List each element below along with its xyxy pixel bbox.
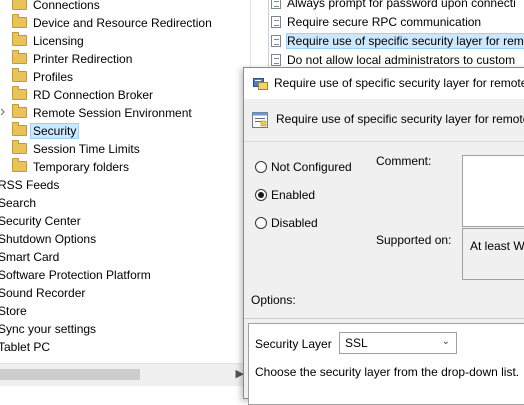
comment-label: Comment:	[376, 154, 432, 168]
security-layer-help-text: Choose the security layer from the drop-…	[255, 365, 520, 379]
tree-item-label: Software Protection Platform	[0, 268, 151, 282]
tree-item-label: Device and Resource Redirection	[33, 16, 212, 30]
tree-item[interactable]: Printer Redirection	[12, 50, 132, 68]
tree-item[interactable]: Temporary folders	[12, 158, 129, 176]
scrollbar-thumb[interactable]	[0, 369, 140, 380]
tree-item-label: Security Center	[0, 214, 81, 228]
security-layer-dropdown[interactable]: SSL ⌄	[339, 332, 457, 354]
folder-icon	[12, 32, 27, 47]
tree-item[interactable]: Device and Resource Redirection	[12, 14, 212, 32]
chevron-right-icon[interactable]: ›	[0, 103, 5, 121]
tree-item[interactable]: Smart Card	[0, 248, 59, 266]
tree-item-label: Sync your settings	[0, 322, 97, 336]
tree-item-label: Search	[0, 196, 37, 210]
dialog-title: Require use of specific security layer f…	[274, 76, 524, 90]
tree-item[interactable]: Licensing	[12, 32, 84, 50]
tree-item-label: RSS Feeds	[0, 178, 60, 192]
policy-setting-icon	[252, 112, 268, 128]
radio-button-icon[interactable]	[255, 188, 267, 201]
navigation-tree: Connections Device and Resource Redirecti…	[0, 0, 250, 385]
tree-item-label: Shutdown Options	[0, 232, 97, 246]
tree-item-label: Tablet PC	[0, 340, 51, 354]
options-divider	[244, 318, 524, 319]
folder-icon	[12, 50, 27, 65]
tree-item-label: Store	[0, 304, 27, 318]
radio-label: Enabled	[271, 188, 316, 202]
folder-icon	[12, 0, 27, 11]
dialog-titlebar[interactable]: Require use of specific security layer f…	[244, 68, 524, 99]
folder-icon	[12, 158, 27, 173]
policy-list-column-divider	[268, 0, 524, 70]
tree-item-label: Security	[29, 123, 80, 139]
policy-dialog: Require use of specific security layer f…	[243, 67, 524, 405]
radio-not-configured[interactable]: Not Configured	[255, 159, 352, 175]
folder-icon	[12, 122, 27, 137]
tree-item[interactable]: RSS Feeds	[0, 176, 59, 194]
security-layer-label: Security Layer	[255, 337, 332, 351]
tree-item[interactable]: Security	[12, 122, 80, 140]
radio-disabled[interactable]: Disabled	[255, 215, 318, 231]
radio-button-icon[interactable]	[255, 160, 267, 173]
radio-label: Disabled	[271, 216, 318, 230]
tree-item[interactable]: › Remote Session Environment	[0, 103, 192, 122]
tree-item[interactable]: Search	[0, 194, 36, 212]
security-layer-value: SSL	[345, 336, 368, 350]
folder-icon	[12, 104, 27, 119]
tree-item-label: Smart Card	[0, 250, 60, 264]
radio-label: Not Configured	[271, 160, 352, 174]
tree-item[interactable]: Shutdown Options	[0, 230, 96, 248]
folder-icon	[12, 140, 27, 155]
tree-item-label: Profiles	[33, 70, 74, 84]
folder-icon	[12, 68, 27, 83]
chevron-down-icon[interactable]: ⌄	[442, 336, 450, 347]
dialog-header: Require use of specific security layer f…	[244, 99, 524, 141]
supported-on-label: Supported on:	[376, 233, 452, 247]
radio-enabled[interactable]: Enabled	[255, 187, 315, 203]
supported-on-box: At least Wi	[462, 228, 524, 280]
tree-item-label: Temporary folders	[33, 160, 130, 174]
folder-icon	[12, 86, 27, 101]
tree-item[interactable]: Tablet PC	[0, 338, 50, 356]
tree-item-label: Remote Session Environment	[33, 106, 192, 120]
tree-item-label: Licensing	[33, 34, 84, 48]
header-divider	[244, 141, 524, 142]
options-label: Options:	[251, 293, 296, 307]
tree-item-label: Connections	[33, 0, 100, 12]
tree-item[interactable]: Profiles	[12, 68, 73, 86]
tree-item-label: RD Connection Broker	[33, 88, 154, 102]
tree-item-label: Sound Recorder	[0, 286, 86, 300]
radio-button-icon[interactable]	[255, 216, 267, 229]
policy-app-icon	[253, 78, 268, 90]
tree-item[interactable]: Software Protection Platform	[0, 266, 151, 284]
tree-item-label: Printer Redirection	[33, 52, 133, 66]
tree-item[interactable]: Session Time Limits	[12, 140, 140, 158]
tree-item[interactable]: Security Center	[0, 212, 81, 230]
tree-item[interactable]: Store	[0, 302, 27, 320]
tree-item[interactable]: RD Connection Broker	[12, 86, 153, 104]
policy-setting-name: Require use of specific security layer f…	[276, 112, 524, 126]
comment-textarea[interactable]	[462, 155, 524, 227]
tree-item-label: Session Time Limits	[33, 142, 140, 156]
tree-item[interactable]: Connections	[12, 0, 100, 14]
tree-item[interactable]: Sound Recorder	[0, 284, 85, 302]
tree-item[interactable]: Sync your settings	[0, 320, 96, 338]
supported-on-value: At least Wi	[470, 239, 524, 253]
tree-horizontal-scrollbar[interactable]: ▶	[0, 363, 250, 386]
folder-icon	[12, 14, 27, 29]
options-panel: Security Layer SSL ⌄ Choose the security…	[248, 323, 524, 405]
